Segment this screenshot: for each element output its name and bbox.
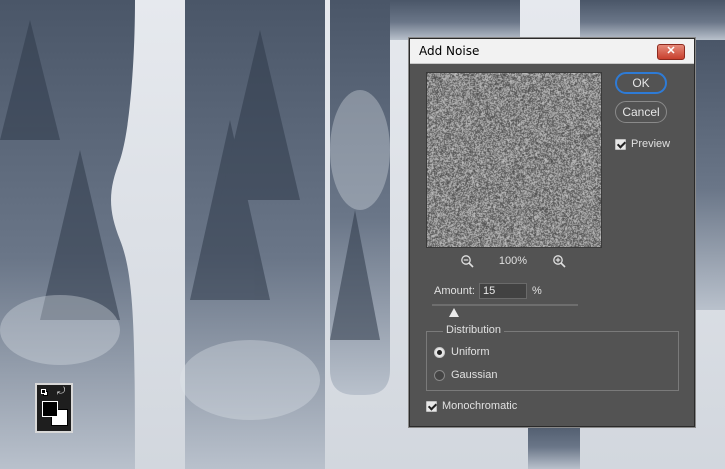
preview-checkbox[interactable] <box>615 139 626 150</box>
uniform-radio[interactable] <box>434 347 445 358</box>
noise-preview-image <box>427 73 601 247</box>
close-icon: ✕ <box>666 45 676 57</box>
monochromatic-label[interactable]: Monochromatic <box>442 400 517 412</box>
distribution-label: Distribution <box>443 324 505 336</box>
zoom-level: 100% <box>498 255 528 267</box>
uniform-label[interactable]: Uniform <box>451 346 490 358</box>
swap-colors-icon[interactable]: ⤾ <box>57 386 65 398</box>
amount-unit: % <box>532 285 542 297</box>
color-swatches[interactable]: ⤾ <box>35 383 73 433</box>
noise-preview[interactable] <box>426 72 602 248</box>
monochromatic-checkbox[interactable] <box>426 401 437 412</box>
cancel-button[interactable]: Cancel <box>615 101 667 123</box>
zoom-controls: 100% <box>426 253 600 271</box>
amount-label: Amount: <box>434 285 475 297</box>
add-noise-dialog: Add Noise ✕ 100% OK Cancel Preview Amoun… <box>409 38 695 427</box>
amount-slider-thumb[interactable] <box>448 308 459 317</box>
distribution-group: Distribution Uniform Gaussian <box>426 324 679 391</box>
amount-input[interactable]: 15 <box>479 283 527 299</box>
preview-label[interactable]: Preview <box>631 138 670 150</box>
default-colors-icon[interactable] <box>41 389 48 396</box>
ok-button[interactable]: OK <box>615 72 667 94</box>
gaussian-label[interactable]: Gaussian <box>451 369 497 381</box>
foreground-color-swatch[interactable] <box>42 401 58 417</box>
amount-slider-track[interactable] <box>432 304 578 306</box>
dialog-title: Add Noise <box>419 44 480 58</box>
zoom-in-icon[interactable] <box>552 254 566 268</box>
close-button[interactable]: ✕ <box>657 44 685 60</box>
dialog-titlebar[interactable]: Add Noise ✕ <box>410 39 694 64</box>
gaussian-radio[interactable] <box>434 370 445 381</box>
